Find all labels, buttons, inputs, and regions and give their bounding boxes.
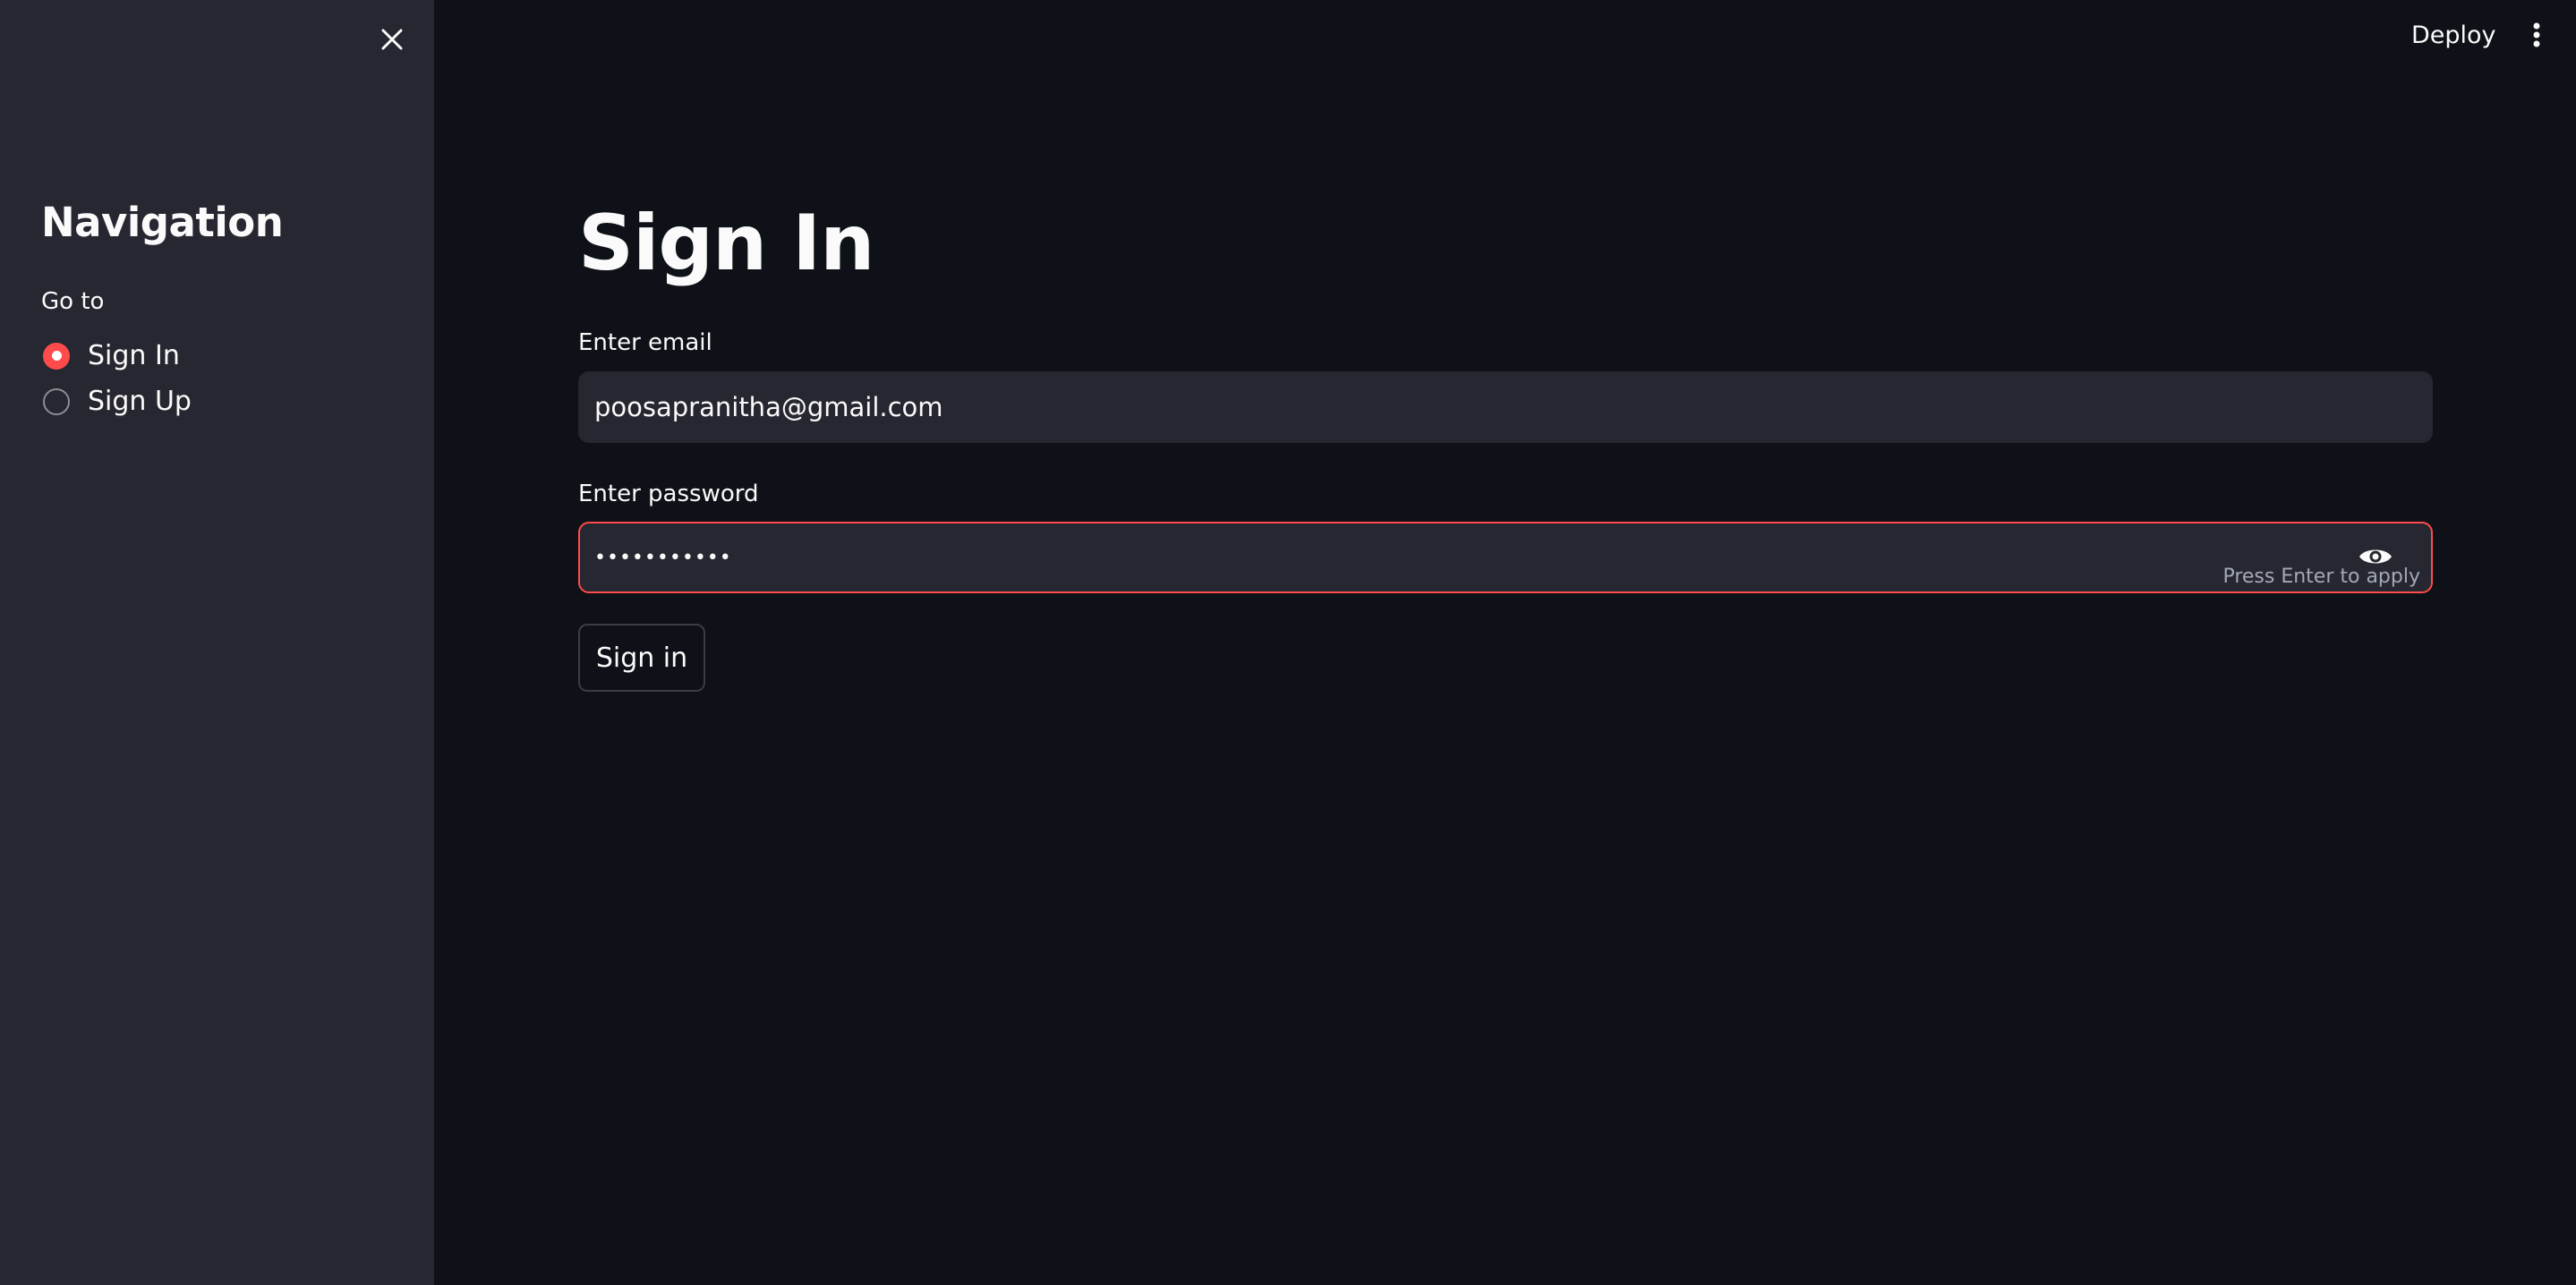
more-vertical-icon xyxy=(2533,22,2540,47)
email-label: Enter email xyxy=(578,329,712,356)
sidebar-title: Navigation xyxy=(41,199,284,246)
radio-option-label: Sign In xyxy=(88,340,180,371)
radio-option-sign-up[interactable]: Sign Up xyxy=(43,386,192,417)
password-field-container: Press Enter to apply xyxy=(578,522,2433,593)
sign-in-button[interactable]: Sign in xyxy=(578,624,705,692)
radio-option-label: Sign Up xyxy=(88,386,192,417)
password-field[interactable] xyxy=(594,523,2295,591)
main-menu-button[interactable] xyxy=(2521,14,2553,55)
radio-selected-icon xyxy=(43,342,70,370)
page-title: Sign In xyxy=(578,199,874,288)
radio-unselected-icon xyxy=(43,387,70,415)
email-field-container xyxy=(578,371,2433,443)
app-root: Navigation Go to Sign In Sign Up Deploy … xyxy=(0,0,2576,1285)
radio-group-label: Go to xyxy=(41,288,105,315)
close-icon xyxy=(381,29,403,50)
email-field[interactable] xyxy=(594,373,2295,441)
input-hint: Press Enter to apply xyxy=(2222,566,2420,588)
close-sidebar-button[interactable] xyxy=(374,21,410,57)
radio-option-sign-in[interactable]: Sign In xyxy=(43,340,180,371)
deploy-button[interactable]: Deploy xyxy=(2399,14,2509,55)
sidebar: Navigation Go to Sign In Sign Up xyxy=(0,0,434,1285)
password-label: Enter password xyxy=(578,481,759,507)
